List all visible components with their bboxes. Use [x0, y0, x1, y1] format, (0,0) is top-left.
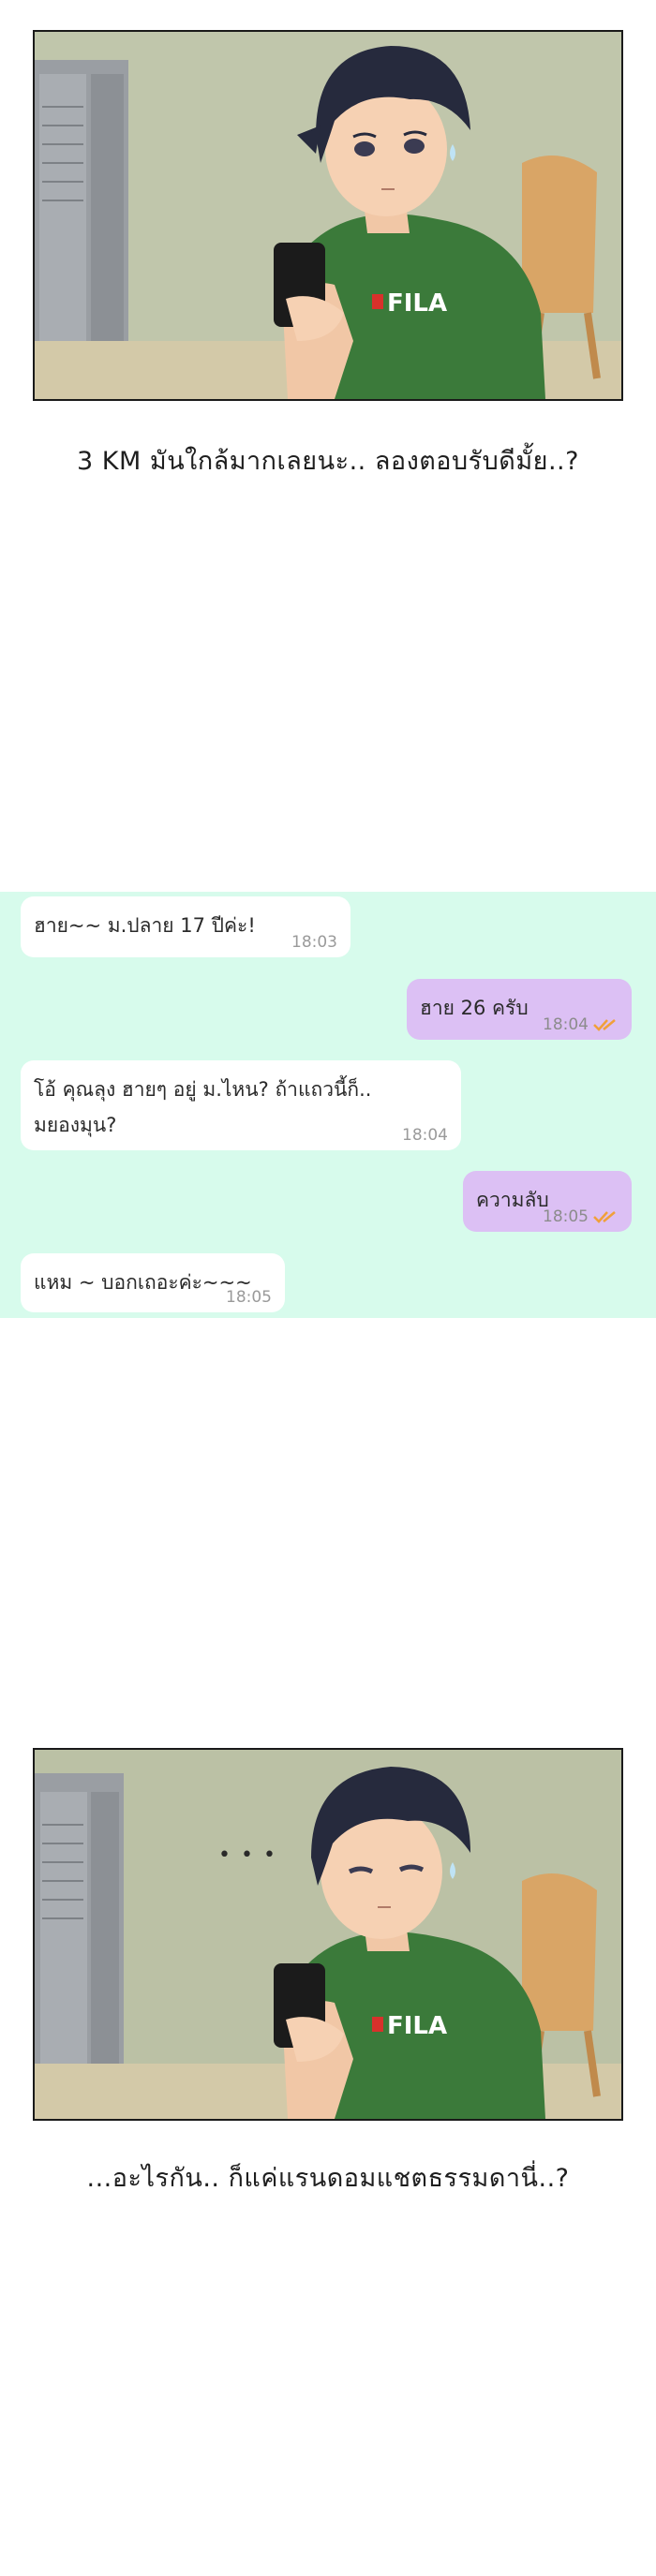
message-time: 18:05: [543, 1207, 589, 1226]
panel-2-illustration: FILA: [35, 1750, 621, 2119]
thought-dots: • • •: [218, 1843, 277, 1867]
read-check-icon: [593, 1019, 616, 1031]
message-time: 18:04: [402, 1126, 448, 1145]
panel-1-caption: 3 KM มันใกล้มากเลยนะ.. ลองตอบรับดีมั้ย..…: [77, 447, 579, 476]
chat-message-incoming: ฮาย~~ ม.ปลาย 17 ปีค่ะ! 18:03: [21, 896, 350, 957]
message-time: 18:04: [543, 1015, 589, 1034]
read-check-icon: [593, 1211, 616, 1223]
chat-area: ฮาย~~ ม.ปลาย 17 ปีค่ะ! 18:03 ฮาย 26 ครับ…: [0, 892, 656, 1318]
panel-2-caption: ...อะไรกัน.. ก็แค่แรนดอมแชตธรรมดานี่..?: [86, 2164, 570, 2193]
message-text: ฮาย 26 ครับ: [420, 997, 529, 1019]
comic-panel-1: FILA: [33, 30, 623, 401]
message-time: 18:05: [226, 1288, 272, 1307]
chat-message-outgoing: ฮาย 26 ครับ 18:04: [407, 979, 632, 1040]
chat-message-incoming: แหม ~ บอกเถอะค่ะ~~~ 18:05: [21, 1253, 285, 1312]
comic-panel-2: FILA • • •: [33, 1748, 623, 2121]
panel-1-illustration: FILA: [35, 32, 621, 399]
svg-text:FILA: FILA: [387, 2012, 447, 2040]
chat-message-incoming: โอ้ คุณลุง ฮายๆ อยู่ ม.ไหน? ถ้าแถวนี้ก็.…: [21, 1060, 461, 1150]
message-time: 18:03: [291, 933, 337, 952]
message-text: โอ้ คุณลุง ฮายๆ อยู่ ม.ไหน? ถ้าแถวนี้ก็.…: [34, 1078, 372, 1136]
svg-text:FILA: FILA: [387, 289, 447, 318]
chat-message-outgoing: ความลับ 18:05: [463, 1171, 632, 1232]
